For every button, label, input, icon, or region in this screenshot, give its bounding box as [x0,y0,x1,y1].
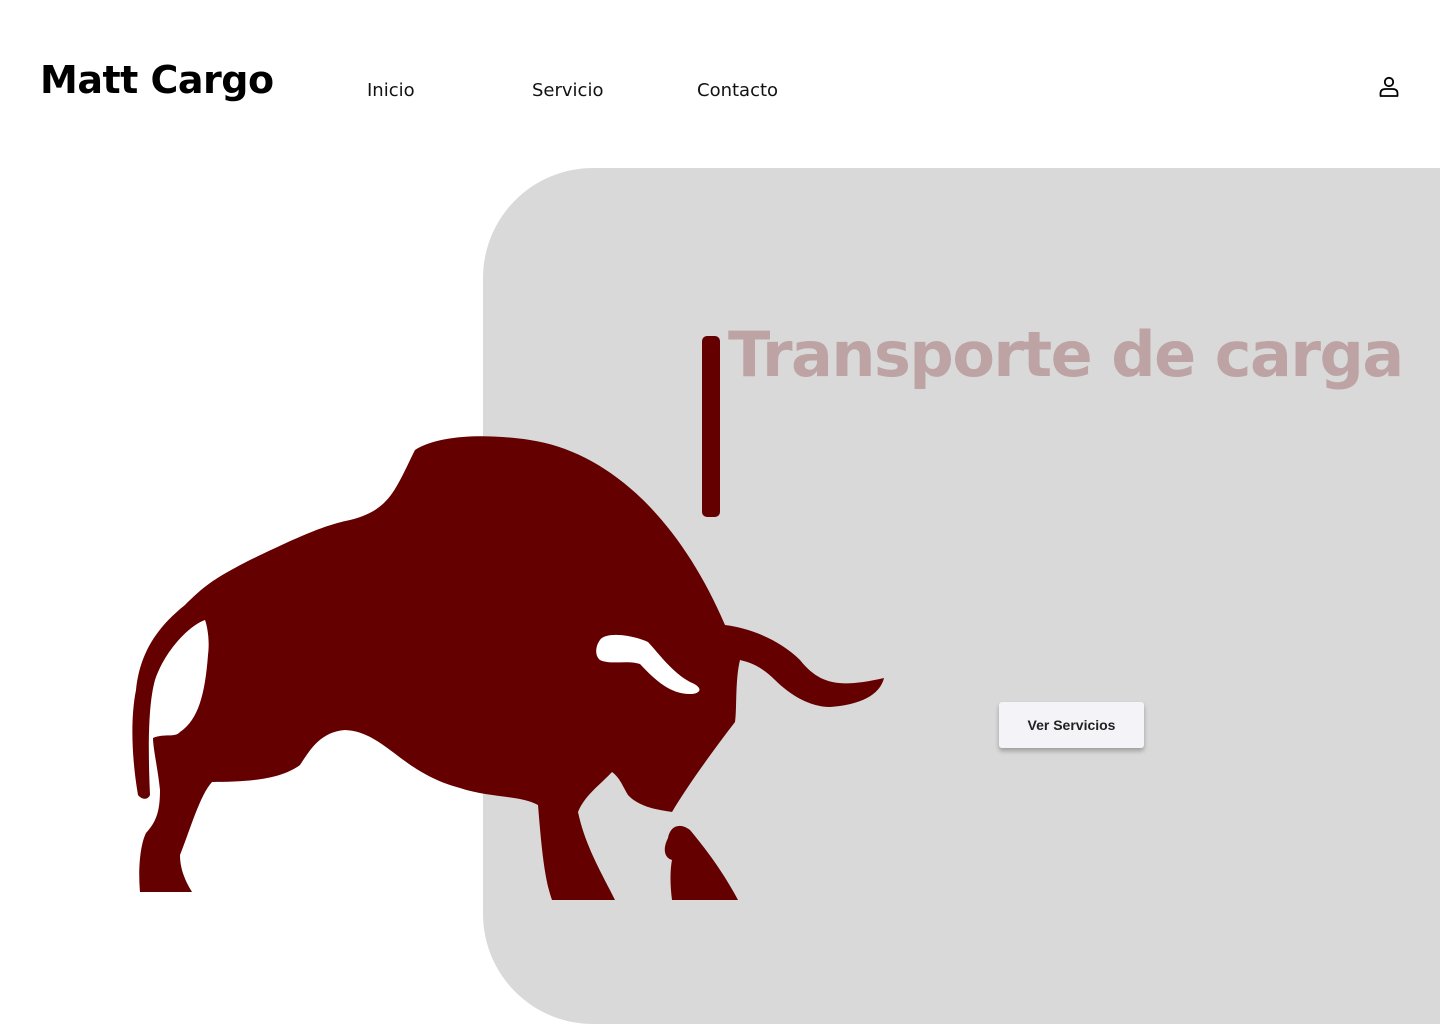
bull-icon [132,436,885,900]
ver-servicios-button[interactable]: Ver Servicios [999,702,1144,748]
